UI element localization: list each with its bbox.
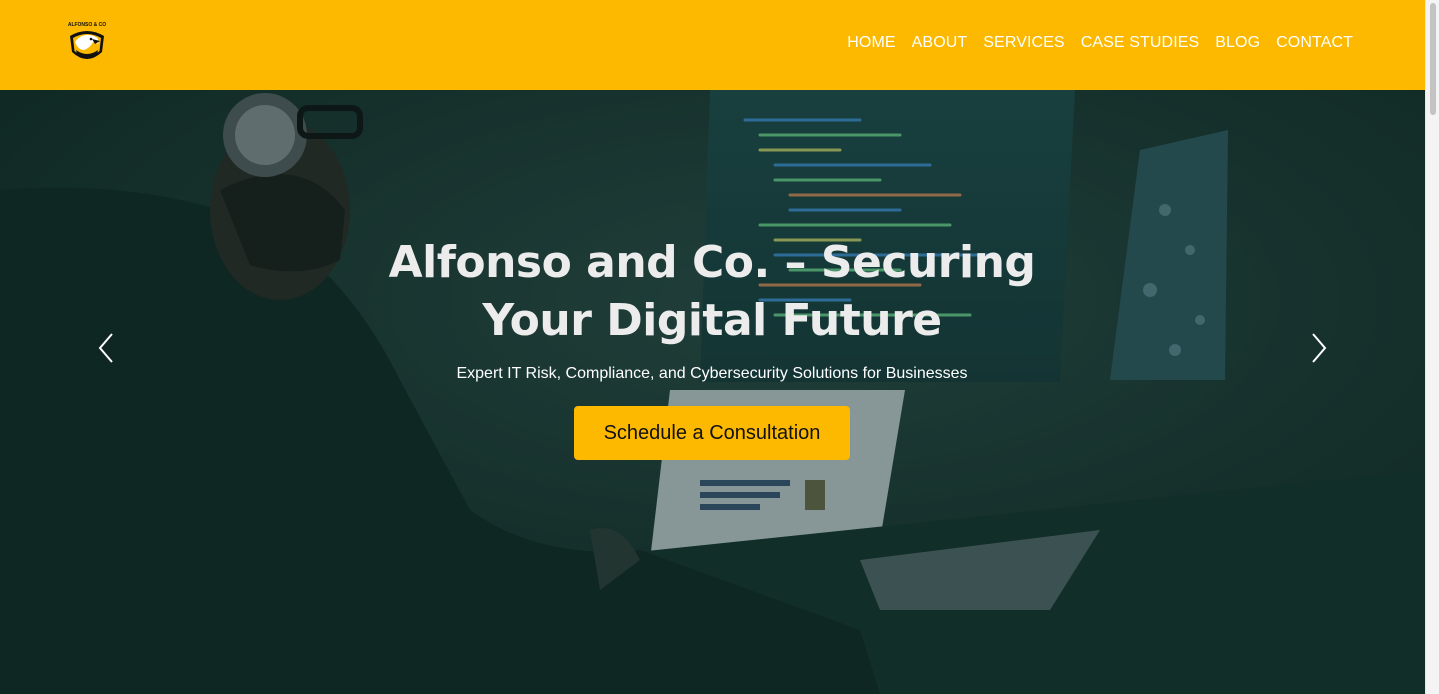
schedule-consultation-button[interactable]: Schedule a Consultation (574, 406, 850, 460)
site-header: ALFONSO & CO HOME ABOUT SERVICES CASE ST… (0, 0, 1425, 90)
eagle-shield-logo-icon: ALFONSO & CO (68, 22, 106, 59)
hero-slider: Alfonso and Co. – Securing Your Digital … (0, 90, 1425, 694)
hero-title: Alfonso and Co. – Securing Your Digital … (388, 237, 1036, 346)
chevron-left-icon (98, 333, 113, 363)
hero-content: Alfonso and Co. – Securing Your Digital … (362, 234, 1062, 460)
nav-about[interactable]: ABOUT (912, 33, 968, 53)
nav-blog[interactable]: BLOG (1215, 33, 1260, 53)
chevron-right-icon (1312, 333, 1327, 363)
site-logo[interactable]: ALFONSO & CO (62, 20, 112, 68)
nav-case-studies[interactable]: CASE STUDIES (1081, 33, 1200, 53)
page-scrollbar[interactable] (1425, 0, 1439, 694)
slider-next-button[interactable] (1303, 330, 1333, 366)
nav-services[interactable]: SERVICES (983, 33, 1064, 53)
hero-subtitle: Expert IT Risk, Compliance, and Cybersec… (456, 365, 968, 382)
nav-home[interactable]: HOME (847, 33, 895, 53)
main-nav: HOME ABOUT SERVICES CASE STUDIES BLOG CO… (847, 33, 1353, 53)
logo-text: ALFONSO & CO (68, 22, 106, 28)
nav-contact[interactable]: CONTACT (1276, 33, 1353, 53)
scrollbar-thumb[interactable] (1430, 3, 1436, 115)
page: ALFONSO & CO HOME ABOUT SERVICES CASE ST… (0, 0, 1425, 694)
slider-prev-button[interactable] (92, 330, 122, 366)
